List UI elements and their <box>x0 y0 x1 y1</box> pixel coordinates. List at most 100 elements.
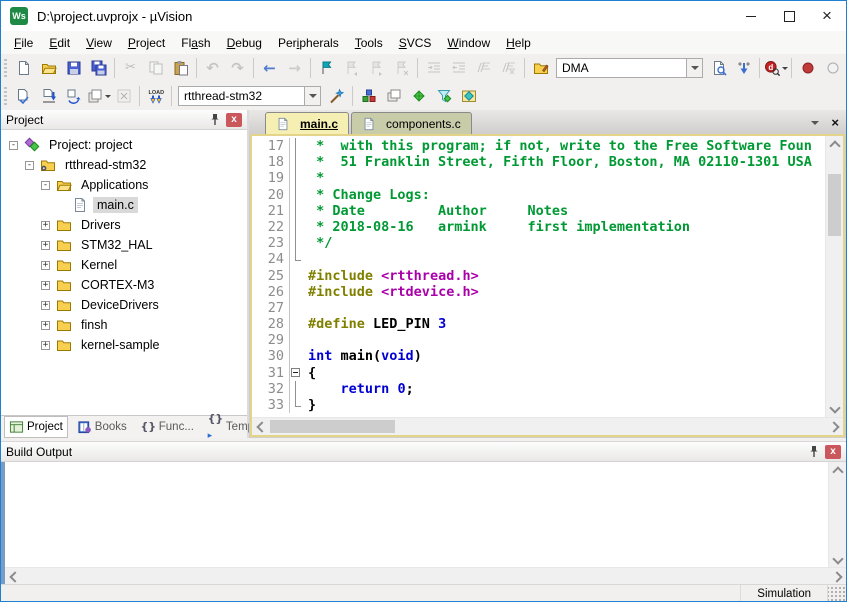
rebuild-icon[interactable] <box>61 84 86 108</box>
download-icon[interactable]: LOAD <box>143 84 168 108</box>
target-combo-dropdown-button[interactable] <box>304 86 321 106</box>
scroll-down-button[interactable] <box>826 401 843 417</box>
expand-icon[interactable]: + <box>41 281 50 290</box>
scroll-down-button[interactable] <box>829 552 846 568</box>
scroll-left-button[interactable] <box>5 568 21 585</box>
scroll-right-button[interactable] <box>827 418 843 435</box>
bookmark-clear-icon[interactable] <box>389 56 414 80</box>
document-tab-components-c[interactable]: components.c <box>351 112 472 134</box>
uncomment-icon[interactable] <box>496 56 521 80</box>
expand-icon[interactable]: + <box>41 221 50 230</box>
editor-vertical-scrollbar[interactable] <box>825 136 843 417</box>
indent-icon[interactable] <box>421 56 446 80</box>
open-file-icon[interactable] <box>36 56 61 80</box>
bookmark-toggle-icon[interactable] <box>314 56 339 80</box>
find-combo[interactable]: DMA <box>556 58 703 78</box>
resize-grip[interactable] <box>828 585 846 602</box>
tree-item-kernel-sample[interactable]: +kernel-sample <box>1 335 247 355</box>
expand-icon[interactable]: + <box>41 321 50 330</box>
save-all-icon[interactable] <box>86 56 111 80</box>
project-windows-icon[interactable] <box>381 84 406 108</box>
redo-icon[interactable]: ↷ <box>225 56 250 80</box>
toolbar-grip[interactable] <box>4 59 7 77</box>
tree-item-stm32-hal[interactable]: +STM32_HAL <box>1 235 247 255</box>
batch-build-icon[interactable] <box>86 84 111 108</box>
tree-item-main-c[interactable]: main.c <box>1 195 247 215</box>
close-document-icon[interactable]: × <box>831 115 839 130</box>
vertical-scroll-thumb[interactable] <box>828 174 841 236</box>
pin-button[interactable] <box>207 113 222 127</box>
panel-tab-project[interactable]: Project <box>4 416 68 438</box>
panel-tab-books[interactable]: Books <box>72 416 132 438</box>
menu-help[interactable]: Help <box>498 33 539 53</box>
scroll-up-button[interactable] <box>826 136 843 152</box>
outdent-icon[interactable] <box>446 56 471 80</box>
menu-debug[interactable]: Debug <box>219 33 270 53</box>
tab-list-dropdown-icon[interactable] <box>811 121 819 125</box>
comment-icon[interactable] <box>471 56 496 80</box>
tree-item-drivers[interactable]: +Drivers <box>1 215 247 235</box>
project-panel-close-button[interactable]: x <box>226 113 242 127</box>
expand-icon[interactable]: + <box>41 301 50 310</box>
build-output-close-button[interactable]: x <box>825 445 841 459</box>
breakpoint-disable-icon[interactable] <box>820 56 845 80</box>
target-combo-field[interactable]: rtthread-stm32 <box>178 86 304 106</box>
menu-svcs[interactable]: SVCS <box>391 33 440 53</box>
manage-rte-icon[interactable] <box>356 84 381 108</box>
build-icon[interactable] <box>36 84 61 108</box>
menu-tools[interactable]: Tools <box>347 33 391 53</box>
menu-project[interactable]: Project <box>120 33 173 53</box>
panel-tab-func[interactable]: {}Func... <box>136 416 199 438</box>
tree-item-devicedrivers[interactable]: +DeviceDrivers <box>1 295 247 315</box>
scroll-left-button[interactable] <box>252 418 268 435</box>
dropdown-caret-icon[interactable] <box>105 95 111 98</box>
tree-item-kernel[interactable]: +Kernel <box>1 255 247 275</box>
menu-file[interactable]: File <box>6 33 41 53</box>
dropdown-caret-icon[interactable] <box>782 67 788 70</box>
find-combo-dropdown-button[interactable] <box>686 58 703 78</box>
find-combo-field[interactable]: DMA <box>556 58 686 78</box>
undo-icon[interactable]: ↶ <box>200 56 225 80</box>
pack-installer-icon[interactable] <box>456 84 481 108</box>
translate-icon[interactable] <box>11 84 36 108</box>
scroll-right-button[interactable] <box>830 568 846 585</box>
tree-item-cortex-m3[interactable]: +CORTEX-M3 <box>1 275 247 295</box>
scroll-up-button[interactable] <box>829 462 846 478</box>
copy-icon[interactable] <box>143 56 168 80</box>
toolbar-grip[interactable] <box>4 87 7 105</box>
find-next-icon[interactable] <box>731 56 756 80</box>
menu-edit[interactable]: Edit <box>41 33 78 53</box>
navigate-back-icon[interactable]: ← <box>257 56 282 80</box>
build-output-content[interactable] <box>1 462 846 585</box>
menu-view[interactable]: View <box>78 33 120 53</box>
breakpoint-toggle-icon[interactable] <box>795 56 820 80</box>
minimize-button[interactable] <box>732 1 770 31</box>
collapse-icon[interactable]: - <box>9 141 18 150</box>
maximize-button[interactable] <box>770 1 808 31</box>
target-combo[interactable]: rtthread-stm32 <box>178 86 321 106</box>
pin-button[interactable] <box>806 445 821 459</box>
debug-session-icon[interactable]: d <box>763 56 788 80</box>
collapse-icon[interactable]: - <box>41 181 50 190</box>
collapse-icon[interactable]: - <box>25 161 34 170</box>
save-icon[interactable] <box>61 56 86 80</box>
fold-collapse-icon[interactable] <box>289 365 303 381</box>
expand-icon[interactable]: + <box>41 261 50 270</box>
paste-icon[interactable] <box>168 56 193 80</box>
expand-icon[interactable]: + <box>41 241 50 250</box>
close-button[interactable]: × <box>808 1 846 31</box>
bookmark-previous-icon[interactable] <box>339 56 364 80</box>
build-output-horizontal-scrollbar[interactable] <box>5 567 846 585</box>
options-target-icon[interactable] <box>324 84 349 108</box>
navigate-forward-icon[interactable]: → <box>282 56 307 80</box>
manage-components-icon[interactable] <box>406 84 431 108</box>
find-in-files-icon[interactable] <box>528 56 553 80</box>
code-editor[interactable]: 17 * with this program; if not, write to… <box>252 136 825 417</box>
document-tab-main-c[interactable]: main.c <box>265 112 349 134</box>
tree-item-project-project[interactable]: -Project: project <box>1 135 247 155</box>
tree-item-rtthread-stm32[interactable]: -rtthread-stm32 <box>1 155 247 175</box>
menu-peripherals[interactable]: Peripherals <box>270 33 347 53</box>
menu-flash[interactable]: Flash <box>173 33 218 53</box>
expand-icon[interactable]: + <box>41 341 50 350</box>
select-packs-icon[interactable] <box>431 84 456 108</box>
